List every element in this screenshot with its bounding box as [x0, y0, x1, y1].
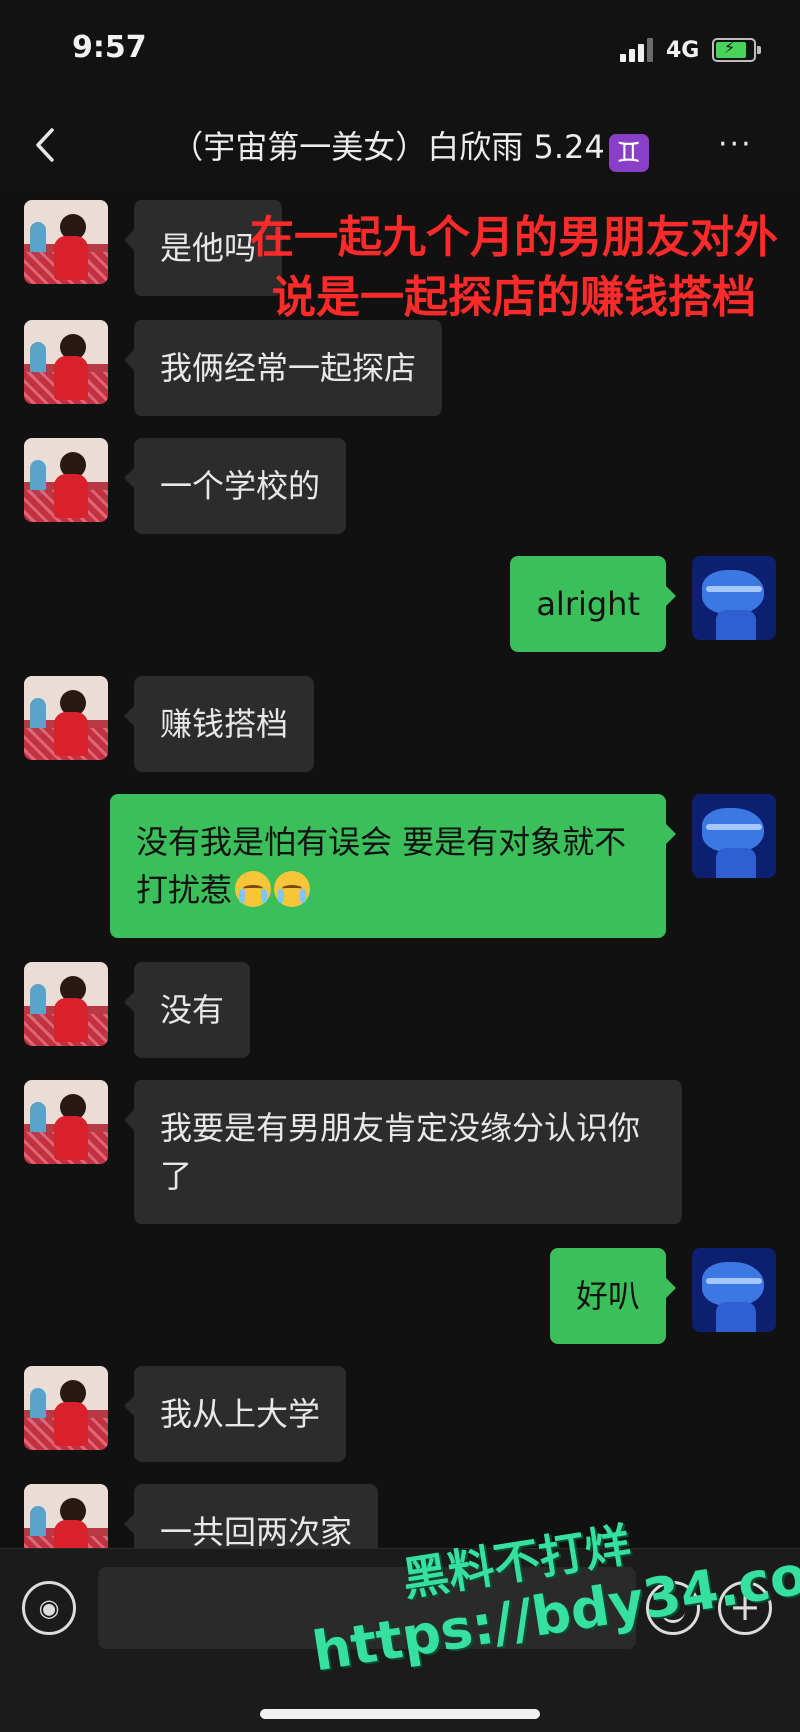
message-bubble[interactable]: 我从上大学: [123, 1366, 347, 1462]
status-time: 9:57: [72, 30, 147, 65]
chat-header: （宇宙第一美女）白欣雨 5.24 ♊ ···: [0, 100, 800, 190]
contact-avatar[interactable]: [24, 438, 108, 522]
input-bar: ◉ +: [0, 1548, 800, 1732]
network-type: 4G: [666, 38, 700, 63]
message-bubble[interactable]: 我俩经常一起探店: [123, 320, 443, 416]
voice-icon: ◉: [38, 1594, 60, 1622]
emoji-button[interactable]: [646, 1581, 700, 1635]
chat-title: （宇宙第一美女）白欣雨 5.24 ♊: [140, 122, 680, 172]
contact-avatar[interactable]: [24, 200, 108, 284]
voice-input-button[interactable]: ◉: [22, 1581, 76, 1635]
message-bubble-sent[interactable]: 没有我是怕有误会 要是有对象就不打扰惹: [110, 794, 676, 938]
message-input[interactable]: [98, 1567, 636, 1649]
message-bubble[interactable]: 一个学校的: [123, 438, 347, 534]
message-bubble[interactable]: 没有: [123, 962, 251, 1058]
contact-avatar[interactable]: [24, 320, 108, 404]
gemini-icon: ♊: [608, 134, 649, 172]
message-bubble-sent[interactable]: alright: [510, 556, 676, 652]
contact-avatar[interactable]: [24, 1080, 108, 1164]
message-bubble-sent[interactable]: 好叭: [549, 1248, 677, 1344]
message-text: 没有我是怕有误会 要是有对象就不打扰惹: [136, 823, 627, 909]
back-button[interactable]: [30, 120, 70, 170]
more-options-button[interactable]: ···: [718, 130, 768, 160]
my-avatar[interactable]: [692, 556, 776, 640]
home-indicator: [260, 1709, 540, 1719]
chat-title-text: （宇宙第一美女）白欣雨 5.24: [171, 128, 605, 166]
my-avatar[interactable]: [692, 1248, 776, 1332]
contact-avatar[interactable]: [24, 1366, 108, 1450]
my-avatar[interactable]: [692, 794, 776, 878]
contact-avatar[interactable]: [24, 676, 108, 760]
overlay-caption: 在一起九个月的男朋友对外说是一起探店的赚钱搭档: [250, 212, 778, 323]
message-bubble[interactable]: 我要是有男朋友肯定没缘分认识你了: [124, 1080, 682, 1224]
status-bar: 9:57 4G ⚡: [0, 0, 800, 100]
signal-icon: [620, 38, 658, 62]
crying-emoji-icon: [274, 871, 311, 907]
chevron-left-icon: [36, 128, 54, 162]
contact-avatar[interactable]: [24, 962, 108, 1046]
message-bubble[interactable]: 赚钱搭档: [123, 676, 315, 772]
crying-emoji-icon: [235, 871, 272, 907]
battery-icon: ⚡: [712, 38, 761, 62]
more-actions-button[interactable]: +: [718, 1581, 772, 1635]
